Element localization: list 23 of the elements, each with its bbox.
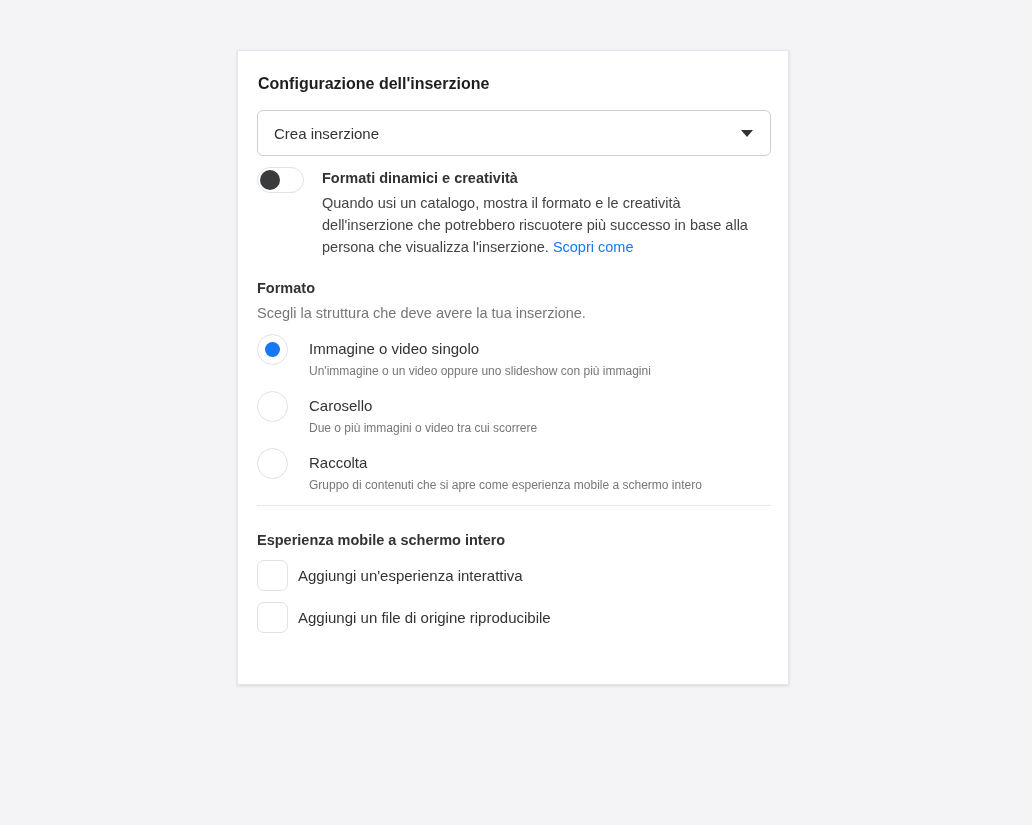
section-subtitle: Scegli la struttura che deve avere la tua inserzione. xyxy=(257,305,587,321)
radio-button[interactable] xyxy=(257,448,288,479)
section-heading: Formato xyxy=(257,280,316,296)
radio-button[interactable] xyxy=(257,334,288,365)
toggle-switch[interactable] xyxy=(257,167,304,193)
radio-button[interactable] xyxy=(257,391,288,422)
toggle-description: Quando usi un catalogo, mostra il formato e le creatività dell'inserzione che potrebbero riscuotere più successo in base alla persona che visualizza l'inserzione. Scopri come xyxy=(322,194,749,257)
learn-more-link[interactable]: Scopri come xyxy=(552,239,634,255)
checkbox[interactable] xyxy=(257,602,288,633)
option-description: Un'immagine o un video oppure uno slideshow con più immagini xyxy=(309,363,651,380)
option-label: Carosello xyxy=(309,397,374,414)
checkbox-label: Aggiungi un'esperienza interattiva xyxy=(298,567,523,584)
option-label: Immagine o video singolo xyxy=(309,340,481,357)
option-label: Raccolta xyxy=(309,454,369,471)
section-title: Configurazione dell'inserzione xyxy=(258,75,491,93)
section-heading: Esperienza mobile a schermo intero xyxy=(257,532,507,548)
caret-icon xyxy=(741,129,753,137)
toggle-label: Formati dinamici e creatività xyxy=(322,170,519,186)
checkbox[interactable] xyxy=(257,560,288,591)
option-description: Gruppo di contenuti che si apre come esperienza mobile a schermo intero xyxy=(309,477,702,494)
checkbox-label: Aggiungi un file di origine riproducibile xyxy=(298,609,551,626)
option-description: Due o più immagini o video tra cui scorrere xyxy=(309,420,538,437)
ad-dropdown[interactable]: Crea inserzione xyxy=(257,110,771,156)
